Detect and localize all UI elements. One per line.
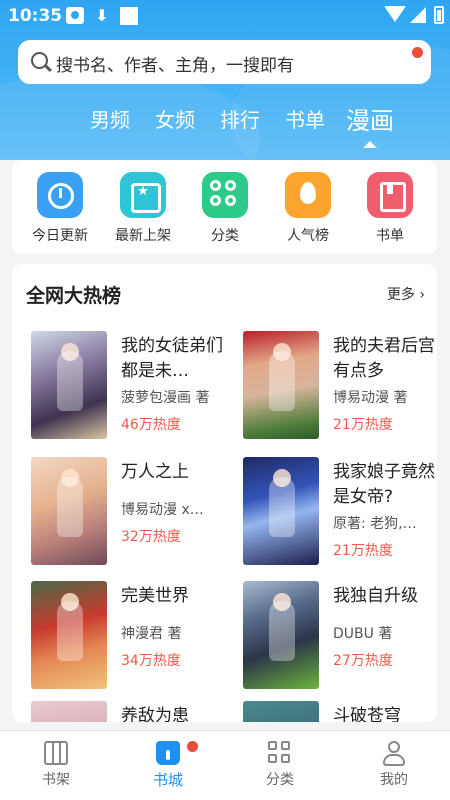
quick-booklist[interactable]: 书单	[355, 172, 425, 245]
book-item[interactable]: 我独自升级 DUBU 著 27万热度	[243, 581, 437, 691]
quick-label: 最新上架	[115, 228, 171, 244]
quick-label: 分类	[211, 228, 239, 244]
book-heat: 27万热度	[333, 653, 393, 669]
book-title: 养敌为患	[121, 706, 189, 722]
book-title: 完美世界	[121, 586, 189, 606]
book-heat: 34万热度	[121, 653, 181, 669]
book-heat: 32万热度	[121, 529, 181, 545]
book-item[interactable]: 我家娘子竟然是女帝? 原著: 老狗,… 21万热度	[243, 457, 437, 567]
book-title: 我的女徒弟们都是未…	[121, 336, 223, 381]
signal-icon	[410, 7, 426, 23]
book-author: 原著: 老狗,…	[333, 516, 417, 532]
book-cover	[243, 457, 319, 565]
book-author: 神漫君 著	[121, 626, 182, 642]
search-placeholder: 搜书名、作者、主角，一搜即有	[56, 56, 294, 76]
tab-booklist[interactable]: 书单	[285, 104, 325, 133]
tab-comics[interactable]: 漫画	[346, 101, 394, 148]
tab-female[interactable]: 女频	[155, 104, 195, 133]
quick-category[interactable]: 分类	[190, 172, 260, 245]
book-author: 菠萝包漫画 著	[121, 390, 210, 406]
notification-dot	[187, 741, 198, 752]
book-item[interactable]: 万人之上 博易动漫 x… 32万热度	[31, 457, 237, 567]
book-cover	[243, 701, 319, 722]
bookstore-icon	[156, 741, 180, 765]
book-cover	[31, 331, 107, 439]
bottom-tab-bar: 书架 书城 分类 我的	[0, 730, 450, 800]
bookmark-icon	[367, 172, 413, 218]
quick-popular[interactable]: 人气榜	[273, 172, 343, 245]
grid-icon	[268, 741, 292, 765]
more-label: 更多	[386, 287, 415, 303]
bookshelf-icon	[44, 741, 68, 765]
quick-label: 人气榜	[287, 228, 329, 244]
ranking-card: 全网大热榜 更多 › 我的女徒弟们都是未… 菠萝包漫画 著 46万热度 我的夫君…	[12, 264, 437, 722]
book-heat: 46万热度	[121, 417, 181, 433]
book-item[interactable]: 养敌为患	[31, 701, 237, 722]
tab-ranking[interactable]: 排行	[220, 104, 260, 133]
tab-category[interactable]: 分类	[240, 741, 320, 789]
tab-profile[interactable]: 我的	[354, 741, 434, 789]
book-cover	[243, 331, 319, 439]
battery-icon	[434, 6, 444, 24]
star-box-icon	[120, 172, 166, 218]
flame-icon	[285, 172, 331, 218]
book-item[interactable]: 完美世界 神漫君 著 34万热度	[31, 581, 237, 691]
book-title: 我的夫君后宫有点多	[333, 336, 435, 381]
category-icon	[202, 172, 248, 218]
book-item[interactable]: 我的夫君后宫有点多 博易动漫 著 21万热度	[243, 331, 437, 441]
status-bar: 10:35 ⬇	[0, 0, 450, 32]
book-cover	[31, 457, 107, 565]
top-tabs: 男频 女频 排行 书单 漫画	[0, 100, 450, 148]
clock-icon	[37, 172, 83, 218]
quick-new-arrivals[interactable]: 最新上架	[108, 172, 178, 245]
quick-label: 书单	[376, 228, 404, 244]
tab-label: 我的	[380, 772, 408, 788]
tab-bookshelf[interactable]: 书架	[16, 741, 96, 789]
status-time: 10:35	[8, 6, 63, 26]
book-title: 斗破苍穹	[333, 706, 401, 722]
quick-label: 今日更新	[32, 228, 88, 244]
book-title: 万人之上	[121, 462, 189, 482]
tab-male[interactable]: 男频	[90, 104, 130, 133]
ranking-title: 全网大热榜	[26, 285, 122, 307]
book-author: 博易动漫 著	[333, 390, 408, 406]
search-icon	[31, 52, 48, 69]
book-title: 我家娘子竟然是女帝?	[333, 462, 435, 507]
book-item[interactable]: 斗破苍穹	[243, 701, 437, 722]
tab-bookstore[interactable]: 书城	[128, 741, 208, 790]
wifi-icon	[384, 6, 406, 22]
book-heat: 21万热度	[333, 543, 393, 559]
tab-label: 书架	[42, 772, 70, 788]
notification-dot	[412, 47, 423, 58]
tab-label: 书城	[152, 771, 183, 789]
book-author: 博易动漫 x…	[121, 502, 204, 518]
book-cover	[31, 581, 107, 689]
book-item[interactable]: 我的女徒弟们都是未… 菠萝包漫画 著 46万热度	[31, 331, 237, 441]
more-link[interactable]: 更多 ›	[387, 284, 425, 304]
quick-today-update[interactable]: 今日更新	[25, 172, 95, 245]
book-cover	[31, 701, 107, 722]
tab-label: 分类	[266, 772, 294, 788]
search-bar[interactable]: 搜书名、作者、主角，一搜即有	[18, 40, 431, 84]
book-title: 我独自升级	[333, 586, 418, 606]
book-heat: 21万热度	[333, 417, 393, 433]
chevron-right-icon: ›	[414, 287, 425, 303]
profile-icon	[382, 741, 406, 766]
book-cover	[243, 581, 319, 689]
quick-menu: 今日更新 最新上架 分类 人气榜 书单	[12, 160, 437, 254]
download-icon: ⬇	[95, 6, 109, 25]
camera-notification-icon	[66, 7, 84, 24]
header: 10:35 ⬇ 搜书名、作者、主角，一搜即有 男频 女频 排行 书单 漫画	[0, 0, 450, 160]
book-author: DUBU 著	[333, 626, 393, 642]
notification-square-icon	[120, 7, 138, 25]
